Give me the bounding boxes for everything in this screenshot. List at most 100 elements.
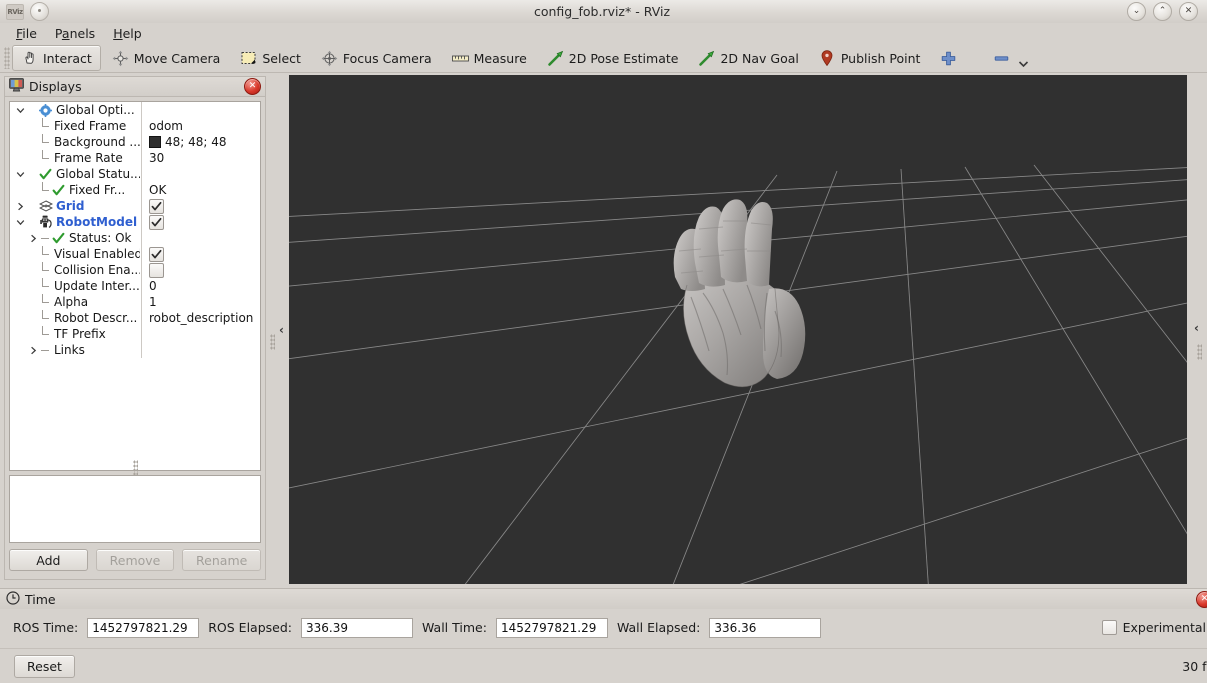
reset-button[interactable]: Reset — [14, 654, 75, 678]
tree-row-label: Update Inter... — [54, 279, 140, 293]
tree-branch-line — [40, 230, 51, 246]
toolbar-grip[interactable] — [4, 47, 10, 69]
tree-expander-closed-icon[interactable] — [27, 346, 40, 355]
checkbox-checked[interactable] — [149, 198, 164, 214]
close-icon[interactable]: ✕ — [244, 78, 261, 95]
tree-row-value[interactable] — [140, 214, 164, 230]
tree-row-value[interactable]: 0 — [140, 279, 157, 293]
tree-row-value[interactable]: 48; 48; 48 — [140, 135, 227, 149]
tool-select[interactable]: Select — [231, 45, 310, 71]
menu-help[interactable]: Help — [105, 24, 150, 43]
window-menu-button[interactable] — [30, 2, 49, 21]
tree-expander-closed-icon[interactable] — [27, 234, 40, 243]
tree-value-text: robot_description — [149, 311, 254, 325]
minus-icon — [993, 50, 1010, 67]
tree-row[interactable]: RobotModel — [10, 214, 260, 230]
tool-2d-pose-estimate-label: 2D Pose Estimate — [568, 50, 679, 66]
maximize-icon[interactable]: ⌃ — [1153, 2, 1172, 21]
tree-row-label: RobotModel — [56, 215, 138, 229]
tool-focus-camera[interactable]: Focus Camera — [312, 45, 441, 71]
tree-column-separator — [141, 294, 142, 310]
tree-row[interactable]: Collision Ena... — [10, 262, 260, 278]
robot-icon — [38, 215, 53, 229]
tree-row[interactable]: Grid — [10, 198, 260, 214]
display-properties-box[interactable] — [9, 475, 261, 543]
main-toolbar: Interact Move Camera Select Focus Camera… — [0, 44, 1207, 73]
tree-row[interactable]: Global Statu... — [10, 166, 260, 182]
tree-row[interactable]: Fixed Fr... OK — [10, 182, 260, 198]
close-icon[interactable]: ✕ — [1196, 591, 1207, 608]
toolbar-overflow-button[interactable] — [1015, 46, 1032, 71]
menu-panels[interactable]: Panels — [47, 24, 103, 43]
tool-publish-point[interactable]: Publish Point — [810, 45, 930, 71]
tree-expander-open-icon[interactable] — [14, 106, 27, 115]
checkbox-checked[interactable] — [149, 214, 164, 230]
time-panel-title: Time — [25, 592, 56, 607]
tree-row-value[interactable] — [140, 262, 164, 278]
tree-row-name: TF Prefix — [10, 326, 140, 342]
tree-row-value[interactable] — [140, 246, 164, 262]
ros-elapsed-field[interactable]: 336.39 — [300, 617, 413, 638]
checkbox-unchecked[interactable] — [149, 262, 164, 278]
tree-row-value[interactable]: OK — [140, 183, 166, 197]
right-splitter-dots[interactable] — [1197, 344, 1202, 360]
tool-2d-nav-goal[interactable]: 2D Nav Goal — [689, 45, 807, 71]
tree-row-value[interactable] — [140, 198, 164, 214]
tree-row[interactable]: TF Prefix — [10, 326, 260, 342]
tool-measure[interactable]: Measure — [443, 45, 536, 71]
tree-value-text: 48; 48; 48 — [165, 135, 227, 149]
add-button[interactable]: Add — [9, 549, 88, 571]
tree-row[interactable]: Links — [10, 342, 260, 358]
gear-icon — [38, 103, 53, 117]
tree-row[interactable]: Update Inter... 0 — [10, 278, 260, 294]
tool-interact[interactable]: Interact — [12, 45, 101, 71]
experimental-toggle[interactable]: Experimental — [1101, 620, 1207, 635]
color-swatch[interactable] — [149, 136, 161, 148]
tree-column-separator — [141, 198, 142, 214]
experimental-checkbox[interactable] — [1101, 620, 1117, 635]
tree-row-value[interactable]: 30 — [140, 151, 164, 165]
right-splitter-collapse[interactable]: ‹ — [1190, 318, 1203, 338]
tree-row[interactable]: Fixed Frame odom — [10, 118, 260, 134]
tree-row-label: Fixed Frame — [54, 119, 127, 133]
wall-elapsed-label: Wall Elapsed: — [616, 620, 701, 635]
dock-splitter-top[interactable] — [133, 460, 138, 476]
tree-row[interactable]: Alpha 1 — [10, 294, 260, 310]
add-tool-button[interactable] — [931, 45, 966, 71]
left-splitter-collapse[interactable]: ‹ — [275, 320, 288, 340]
tree-row[interactable]: Visual Enabled — [10, 246, 260, 262]
tool-measure-label: Measure — [473, 50, 527, 66]
ros-time-field[interactable]: 1452797821.29 — [87, 617, 200, 638]
menu-file[interactable]: File — [8, 24, 45, 43]
tree-expander-open-icon[interactable] — [14, 218, 27, 227]
tree-expander-closed-icon[interactable] — [14, 202, 27, 211]
displays-panel-header: Displays ✕ — [4, 76, 266, 96]
wall-elapsed-field[interactable]: 336.36 — [709, 617, 822, 638]
checkbox-checked[interactable] — [149, 246, 164, 262]
tree-row-name: RobotModel — [10, 214, 140, 230]
tree-row[interactable]: Global Opti... — [10, 102, 260, 118]
tree-row-value[interactable]: odom — [140, 119, 183, 133]
tree-row-value[interactable]: robot_description — [140, 311, 253, 325]
tree-row[interactable]: Background ... 48; 48; 48 — [10, 134, 260, 150]
displays-tree[interactable]: Global Opti... Fixed Frame odom Background … — [9, 101, 261, 471]
tree-row[interactable]: Frame Rate 30 — [10, 150, 260, 166]
tree-row[interactable]: Robot Descr... robot_description — [10, 310, 260, 326]
tool-move-camera[interactable]: Move Camera — [103, 45, 230, 71]
tree-column-separator — [141, 150, 142, 166]
render-viewport[interactable] — [289, 75, 1187, 584]
remove-tool-button[interactable] — [984, 45, 1013, 71]
tool-focus-camera-label: Focus Camera — [342, 50, 432, 66]
tree-row-value[interactable]: 1 — [140, 295, 157, 309]
tree-branch-line — [40, 326, 51, 342]
tree-expander-open-icon[interactable] — [14, 170, 27, 179]
displays-button-row: Add Remove Rename — [9, 547, 262, 571]
tree-column-separator — [141, 342, 142, 358]
tool-2d-pose-estimate[interactable]: 2D Pose Estimate — [538, 45, 688, 71]
close-icon[interactable]: ✕ — [1179, 2, 1198, 21]
wall-time-field[interactable]: 1452797821.29 — [495, 617, 608, 638]
tree-branch-line — [40, 310, 51, 326]
minimize-icon[interactable]: ⌄ — [1127, 2, 1146, 21]
tree-row[interactable]: Status: Ok — [10, 230, 260, 246]
tree-row-name: Global Statu... — [10, 166, 140, 182]
